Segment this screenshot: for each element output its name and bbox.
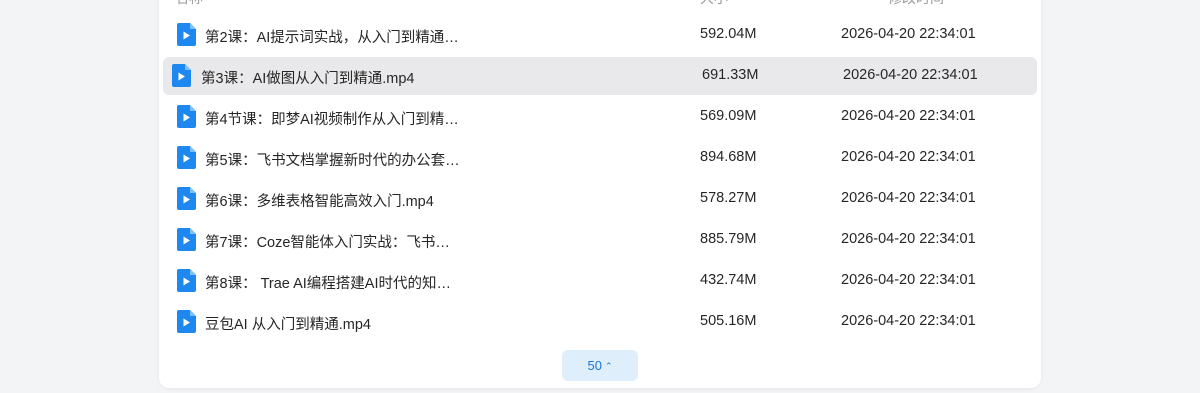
- file-row[interactable]: 第4节课：即梦AI视频制作从入门到精… 569.09M 2026-04-20 22:…: [163, 98, 1037, 136]
- file-modified-time: 2026-04-20 22:34:01: [841, 272, 976, 288]
- file-row[interactable]: 第6课：多维表格智能高效入门.mp4 578.27M 2026-04-20 22:3…: [163, 180, 1037, 218]
- video-file-icon: [177, 23, 196, 46]
- file-size: 885.79M: [700, 231, 757, 247]
- file-size: 691.33M: [702, 67, 759, 83]
- file-modified-time: 2026-04-20 22:34:01: [841, 149, 976, 165]
- file-row[interactable]: 豆包AI 从入门到精通.mp4 505.16M 2026-04-20 22:34:0…: [163, 303, 1037, 341]
- table-header: 名称 大小 修改时间: [159, 0, 1041, 6]
- column-header-modified[interactable]: 修改时间: [888, 0, 944, 8]
- file-name[interactable]: 豆包AI 从入门到精通.mp4: [205, 313, 371, 334]
- page-size-selector[interactable]: 50 ⌃: [562, 350, 638, 381]
- file-name[interactable]: 第5课：飞书文档掌握新时代的办公套…: [205, 149, 460, 170]
- video-file-icon: [177, 146, 196, 169]
- file-modified-time: 2026-04-20 22:34:01: [841, 108, 976, 124]
- file-list-panel: 名称 大小 修改时间 第2课：AI提示词实战，从入门到精通… 592.04M 202…: [159, 0, 1041, 388]
- file-size: 505.16M: [700, 313, 757, 329]
- video-file-icon: [177, 269, 196, 292]
- file-name[interactable]: 第8课： Trae AI编程搭建AI时代的知…: [205, 272, 451, 293]
- file-row[interactable]: 第3课：AI做图从入门到精通.mp4 691.33M 2026-04-20 22:3…: [163, 57, 1037, 95]
- file-modified-time: 2026-04-20 22:34:01: [843, 67, 978, 83]
- file-modified-time: 2026-04-20 22:34:01: [841, 26, 976, 42]
- file-name[interactable]: 第4节课：即梦AI视频制作从入门到精…: [205, 108, 459, 129]
- file-modified-time: 2026-04-20 22:34:01: [841, 231, 976, 247]
- file-row[interactable]: 第2课：AI提示词实战，从入门到精通… 592.04M 2026-04-20 22:…: [163, 16, 1037, 54]
- file-row[interactable]: 第7课：Coze智能体入门实战：飞书… 885.79M 2026-04-20 22:…: [163, 221, 1037, 259]
- video-file-icon: [177, 228, 196, 251]
- file-modified-time: 2026-04-20 22:34:01: [841, 190, 976, 206]
- page-size-value: 50: [587, 358, 602, 373]
- column-header-size[interactable]: 大小: [700, 0, 728, 8]
- chevron-up-down-icon: ⌃: [604, 361, 613, 371]
- file-modified-time: 2026-04-20 22:34:01: [841, 313, 976, 329]
- video-file-icon: [177, 310, 196, 333]
- video-file-icon: [177, 187, 196, 210]
- file-size: 894.68M: [700, 149, 757, 165]
- file-row[interactable]: 第8课： Trae AI编程搭建AI时代的知… 432.74M 2026-04-20…: [163, 262, 1037, 300]
- file-size: 432.74M: [700, 272, 757, 288]
- video-file-icon: [172, 64, 191, 87]
- column-header-name[interactable]: 名称: [175, 0, 203, 8]
- file-size: 578.27M: [700, 190, 757, 206]
- file-name[interactable]: 第6课：多维表格智能高效入门.mp4: [205, 190, 434, 211]
- file-name[interactable]: 第7课：Coze智能体入门实战：飞书…: [205, 231, 450, 252]
- file-row[interactable]: 第5课：飞书文档掌握新时代的办公套… 894.68M 2026-04-20 22:3…: [163, 139, 1037, 177]
- file-size: 569.09M: [700, 108, 757, 124]
- file-size: 592.04M: [700, 26, 757, 42]
- video-file-icon: [177, 105, 196, 128]
- file-name[interactable]: 第2课：AI提示词实战，从入门到精通…: [205, 26, 459, 47]
- file-name[interactable]: 第3课：AI做图从入门到精通.mp4: [201, 67, 415, 88]
